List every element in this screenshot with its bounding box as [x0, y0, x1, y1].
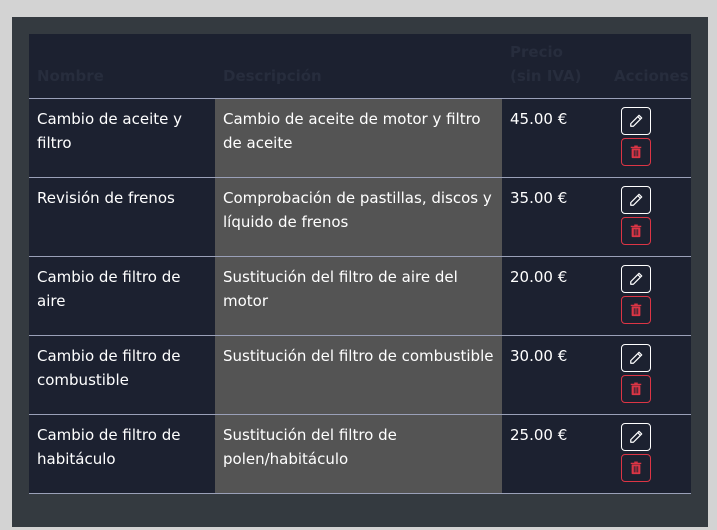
service-price: 20.00 € [510, 268, 568, 286]
edit-button[interactable] [621, 107, 651, 135]
service-price: 45.00 € [510, 110, 568, 128]
edit-button[interactable] [621, 186, 651, 214]
row-actions [606, 99, 691, 177]
service-price: 25.00 € [510, 426, 568, 444]
service-name: Cambio de filtro de aire [37, 268, 181, 310]
edit-button[interactable] [621, 265, 651, 293]
row-actions [606, 415, 691, 493]
edit-button[interactable] [621, 344, 651, 372]
edit-button[interactable] [621, 423, 651, 451]
table-row: Cambio de filtro de aire Sustitución del … [29, 257, 691, 336]
services-panel: Nombre Descripción Precio (sin IVA) Acci… [12, 17, 708, 527]
service-name: Cambio de filtro de combustible [37, 347, 181, 389]
header-description: Descripción [223, 67, 322, 85]
table-row: Cambio de filtro de combustible Sustituci… [29, 336, 691, 415]
table-row: Cambio de aceite y filtro Cambio de aceit… [29, 99, 691, 178]
service-description: Sustitución del filtro de combustible [215, 336, 502, 414]
service-price: 30.00 € [510, 347, 568, 365]
header-name: Nombre [37, 67, 104, 85]
table-row: Cambio de filtro de habitáculo Sustitució… [29, 415, 691, 494]
service-name: Cambio de filtro de habitáculo [37, 426, 181, 468]
service-description: Sustitución del filtro de polen/habitácu… [215, 415, 502, 493]
service-name: Cambio de aceite y filtro [37, 110, 183, 152]
delete-button[interactable] [621, 138, 651, 166]
header-price: Precio (sin IVA) [510, 43, 582, 85]
delete-button[interactable] [621, 217, 651, 245]
delete-button[interactable] [621, 375, 651, 403]
row-actions [606, 336, 691, 414]
service-price: 35.00 € [510, 189, 568, 207]
table-row: Revisión de frenos Comprobación de pastil… [29, 178, 691, 257]
services-table: Nombre Descripción Precio (sin IVA) Acci… [29, 34, 691, 494]
service-description: Sustitución del filtro de aire del motor [215, 257, 502, 335]
header-actions: Acciones [614, 67, 689, 85]
table-header: Nombre Descripción Precio (sin IVA) Acci… [29, 34, 691, 99]
delete-button[interactable] [621, 296, 651, 324]
table-body: Cambio de aceite y filtro Cambio de aceit… [29, 99, 691, 494]
delete-button[interactable] [621, 454, 651, 482]
row-actions [606, 178, 691, 256]
service-name: Revisión de frenos [37, 189, 175, 207]
service-description: Cambio de aceite de motor y filtro de ac… [215, 99, 502, 177]
service-description: Comprobación de pastillas, discos y líqu… [215, 178, 502, 256]
row-actions [606, 257, 691, 335]
